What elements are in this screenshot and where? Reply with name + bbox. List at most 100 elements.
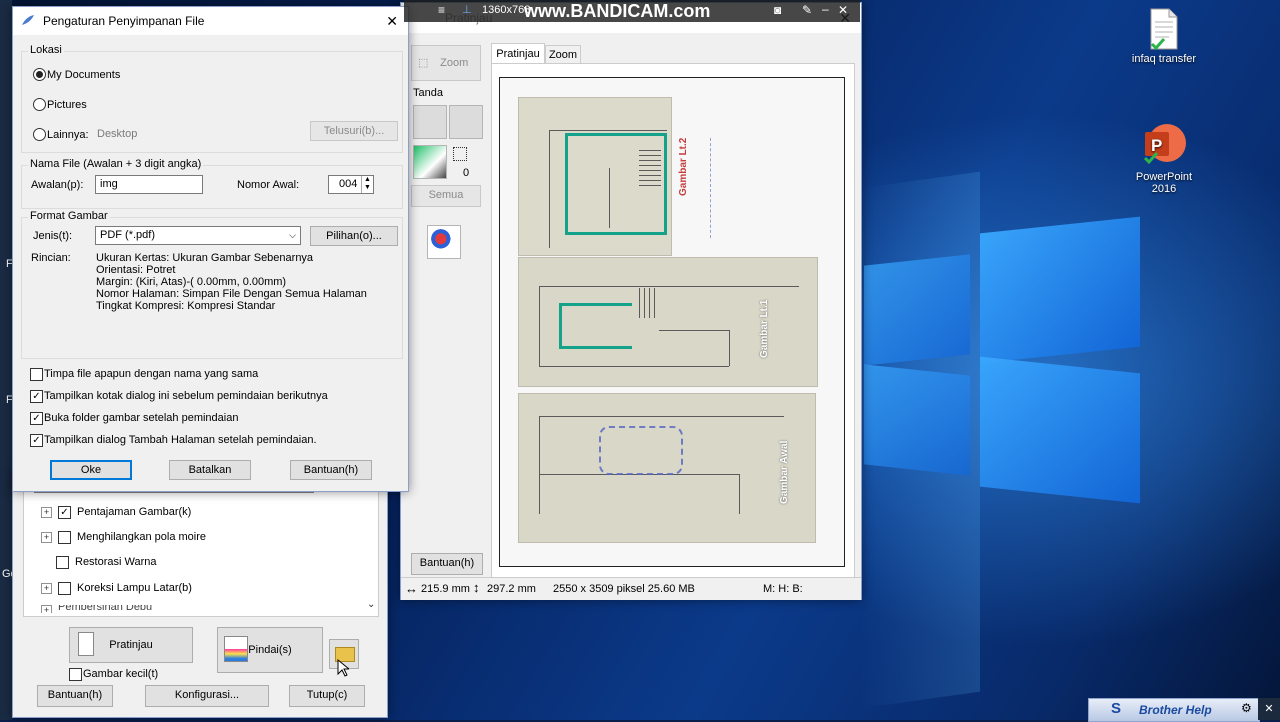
radio-other[interactable]: [33, 128, 46, 141]
stepper-arrows-icon[interactable]: ▲ ▼: [361, 176, 373, 193]
scan-help-button[interactable]: Bantuan(h): [37, 685, 113, 707]
floor-plan-awal: Gambar Awal: [518, 393, 816, 543]
all-button[interactable]: Semua: [411, 185, 481, 207]
floor-plan-lt2: [518, 97, 672, 256]
brother-logo-icon: S: [1111, 700, 1122, 717]
expand-icon[interactable]: +: [41, 605, 52, 613]
detail-compression: Tingkat Kompresi: Kompresi Standar: [96, 300, 276, 312]
zoom-button[interactable]: ⬚ Zoom: [411, 45, 481, 81]
close-button[interactable]: Tutup(c): [289, 685, 365, 707]
open-folder-label: Buka folder gambar setelah pemindaian: [44, 412, 239, 424]
tab-preview[interactable]: Pratinjau: [491, 43, 545, 64]
scan-button-label: Pindai(s): [248, 644, 292, 656]
close-icon[interactable]: ✕: [838, 3, 848, 17]
thumbnail-label: Gambar kecil(t): [83, 668, 159, 680]
start-number-value: 004: [339, 178, 358, 190]
desktop-icon-label: infaq transfer: [1131, 53, 1197, 65]
tree-item-color-restore[interactable]: Restorasi Warna: [56, 553, 157, 571]
image-adjust-icon[interactable]: [427, 225, 461, 259]
radio-pictures[interactable]: [33, 98, 46, 111]
format-type-select[interactable]: PDF (*.pdf) ⌵: [95, 226, 301, 245]
svg-text:P: P: [1151, 136, 1162, 155]
tab-zoom[interactable]: Zoom: [545, 45, 581, 64]
overwrite-checkbox[interactable]: [30, 368, 43, 381]
wall-line: [539, 416, 540, 514]
scan-window: + ✓ Pentajaman Gambar(k) + Menghilangkan…: [12, 470, 388, 718]
wall-line: [539, 286, 799, 287]
prefix-input[interactable]: img: [95, 175, 203, 194]
pin-icon[interactable]: ⊥: [462, 3, 472, 16]
tree-item-label: Menghilangkan pola moire: [77, 531, 207, 543]
open-folder-checkbox[interactable]: ✓: [30, 412, 43, 425]
browse-button[interactable]: Telusuri(b)...: [310, 121, 398, 141]
handwritten-notes: [710, 138, 751, 238]
backlight-checkbox[interactable]: [58, 581, 71, 595]
start-number-stepper[interactable]: 004 ▲ ▼: [328, 175, 374, 194]
copy-marquee-icon[interactable]: [449, 105, 483, 139]
show-dialog-checkbox[interactable]: ✓: [30, 390, 43, 403]
start-number-label: Nomor Awal:: [237, 179, 300, 191]
mouse-cursor-icon: [337, 659, 349, 677]
dialog-titlebar: Pengaturan Penyimpanan File ✕: [13, 7, 408, 35]
tree-item-dust[interactable]: + Pembersihan Debu: [41, 605, 152, 613]
location-group-title: Lokasi: [28, 44, 64, 56]
expand-icon[interactable]: +: [41, 506, 52, 518]
format-group-title: Format Gambar: [28, 210, 110, 222]
wall-line: [659, 330, 729, 331]
scan-button[interactable]: Pindai(s): [217, 627, 323, 673]
close-icon[interactable]: ✕: [1264, 703, 1273, 715]
preview-button[interactable]: Pratinjau: [69, 627, 193, 663]
scan-icon: [224, 636, 248, 662]
plan-label-awal: Gambar Awal: [779, 440, 790, 504]
add-page-label: Tampilkan dialog Tambah Halaman setelah …: [44, 434, 317, 446]
tree-item-sharpen[interactable]: + ✓ Pentajaman Gambar(k): [41, 503, 191, 521]
cancel-button[interactable]: Batalkan: [169, 460, 251, 480]
desktop-icon-infaq[interactable]: infaq transfer: [1124, 8, 1204, 65]
auto-locate-icon[interactable]: [413, 145, 447, 179]
add-page-checkbox[interactable]: ✓: [30, 434, 43, 447]
brother-help-popup[interactable]: S Brother Help ⚙: [1088, 698, 1260, 722]
moire-checkbox[interactable]: [58, 530, 71, 544]
settings-icon[interactable]: ⚙: [1241, 701, 1252, 715]
preview-window: Pratinjau ✕ ⬚ Zoom Tanda 0 Semua Bantuan…: [400, 2, 862, 600]
desktop-icon-label: PowerPoint 2016: [1135, 171, 1193, 195]
close-icon[interactable]: ✕: [386, 13, 398, 30]
chevron-down-icon[interactable]: ⌄: [367, 599, 375, 610]
camera-icon[interactable]: ◙: [774, 3, 781, 17]
scanned-page: Gambar Lt.2 Gambar Lt.1 Gambar Awal: [499, 77, 845, 567]
overwrite-label: Timpa file apapun dengan nama yang sama: [44, 368, 259, 380]
menu-icon[interactable]: ≡: [438, 3, 445, 17]
expand-icon[interactable]: +: [41, 531, 52, 543]
preview-canvas[interactable]: Gambar Lt.2 Gambar Lt.1 Gambar Awal: [491, 63, 855, 579]
stair-hatch: [639, 146, 661, 186]
windows-logo-pane: [864, 254, 970, 366]
preview-help-label: Bantuan(h): [419, 557, 475, 569]
width-value: 215.9 mm: [421, 583, 470, 595]
pencil-icon[interactable]: ✎: [802, 3, 812, 17]
marquee-tool-icon[interactable]: [413, 105, 447, 139]
expand-icon[interactable]: +: [41, 582, 52, 594]
show-dialog-label: Tampilkan kotak dialog ini sebelum pemin…: [44, 390, 328, 402]
chevron-down-icon: ⌵: [289, 230, 296, 240]
sharpen-checkbox[interactable]: ✓: [58, 505, 71, 519]
radio-my-documents[interactable]: [33, 68, 46, 81]
format-options-label: Pilihan(o)...: [326, 230, 382, 242]
thumbnail-checkbox[interactable]: [69, 668, 82, 681]
ok-button[interactable]: Oke: [50, 460, 132, 480]
wall-line: [549, 130, 667, 131]
tree-item-moire[interactable]: + Menghilangkan pola moire: [41, 528, 206, 546]
minimize-icon[interactable]: –: [822, 2, 829, 16]
color-restore-checkbox[interactable]: [56, 555, 69, 569]
config-button[interactable]: Konfigurasi...: [145, 685, 269, 707]
radio-other-label: Lainnya:: [47, 129, 89, 141]
preview-statusbar: ↔ 215.9 mm ↕ 297.2 mm 2550 x 3509 piksel…: [401, 577, 861, 600]
tree-item-backlight[interactable]: + Koreksi Lampu Latar(b): [41, 579, 192, 597]
image-info: 2550 x 3509 piksel 25.60 MB: [553, 583, 695, 595]
format-options-button[interactable]: Pilihan(o)...: [310, 226, 398, 246]
windows-logo-pane: [980, 356, 1140, 504]
desktop-icon-powerpoint[interactable]: P PowerPoint 2016: [1124, 110, 1204, 207]
preview-help-button[interactable]: Bantuan(h): [411, 553, 483, 575]
help-button[interactable]: Bantuan(h): [290, 460, 372, 480]
wall-line: [609, 168, 610, 228]
tree-item-label: Pembersihan Debu: [58, 605, 153, 613]
